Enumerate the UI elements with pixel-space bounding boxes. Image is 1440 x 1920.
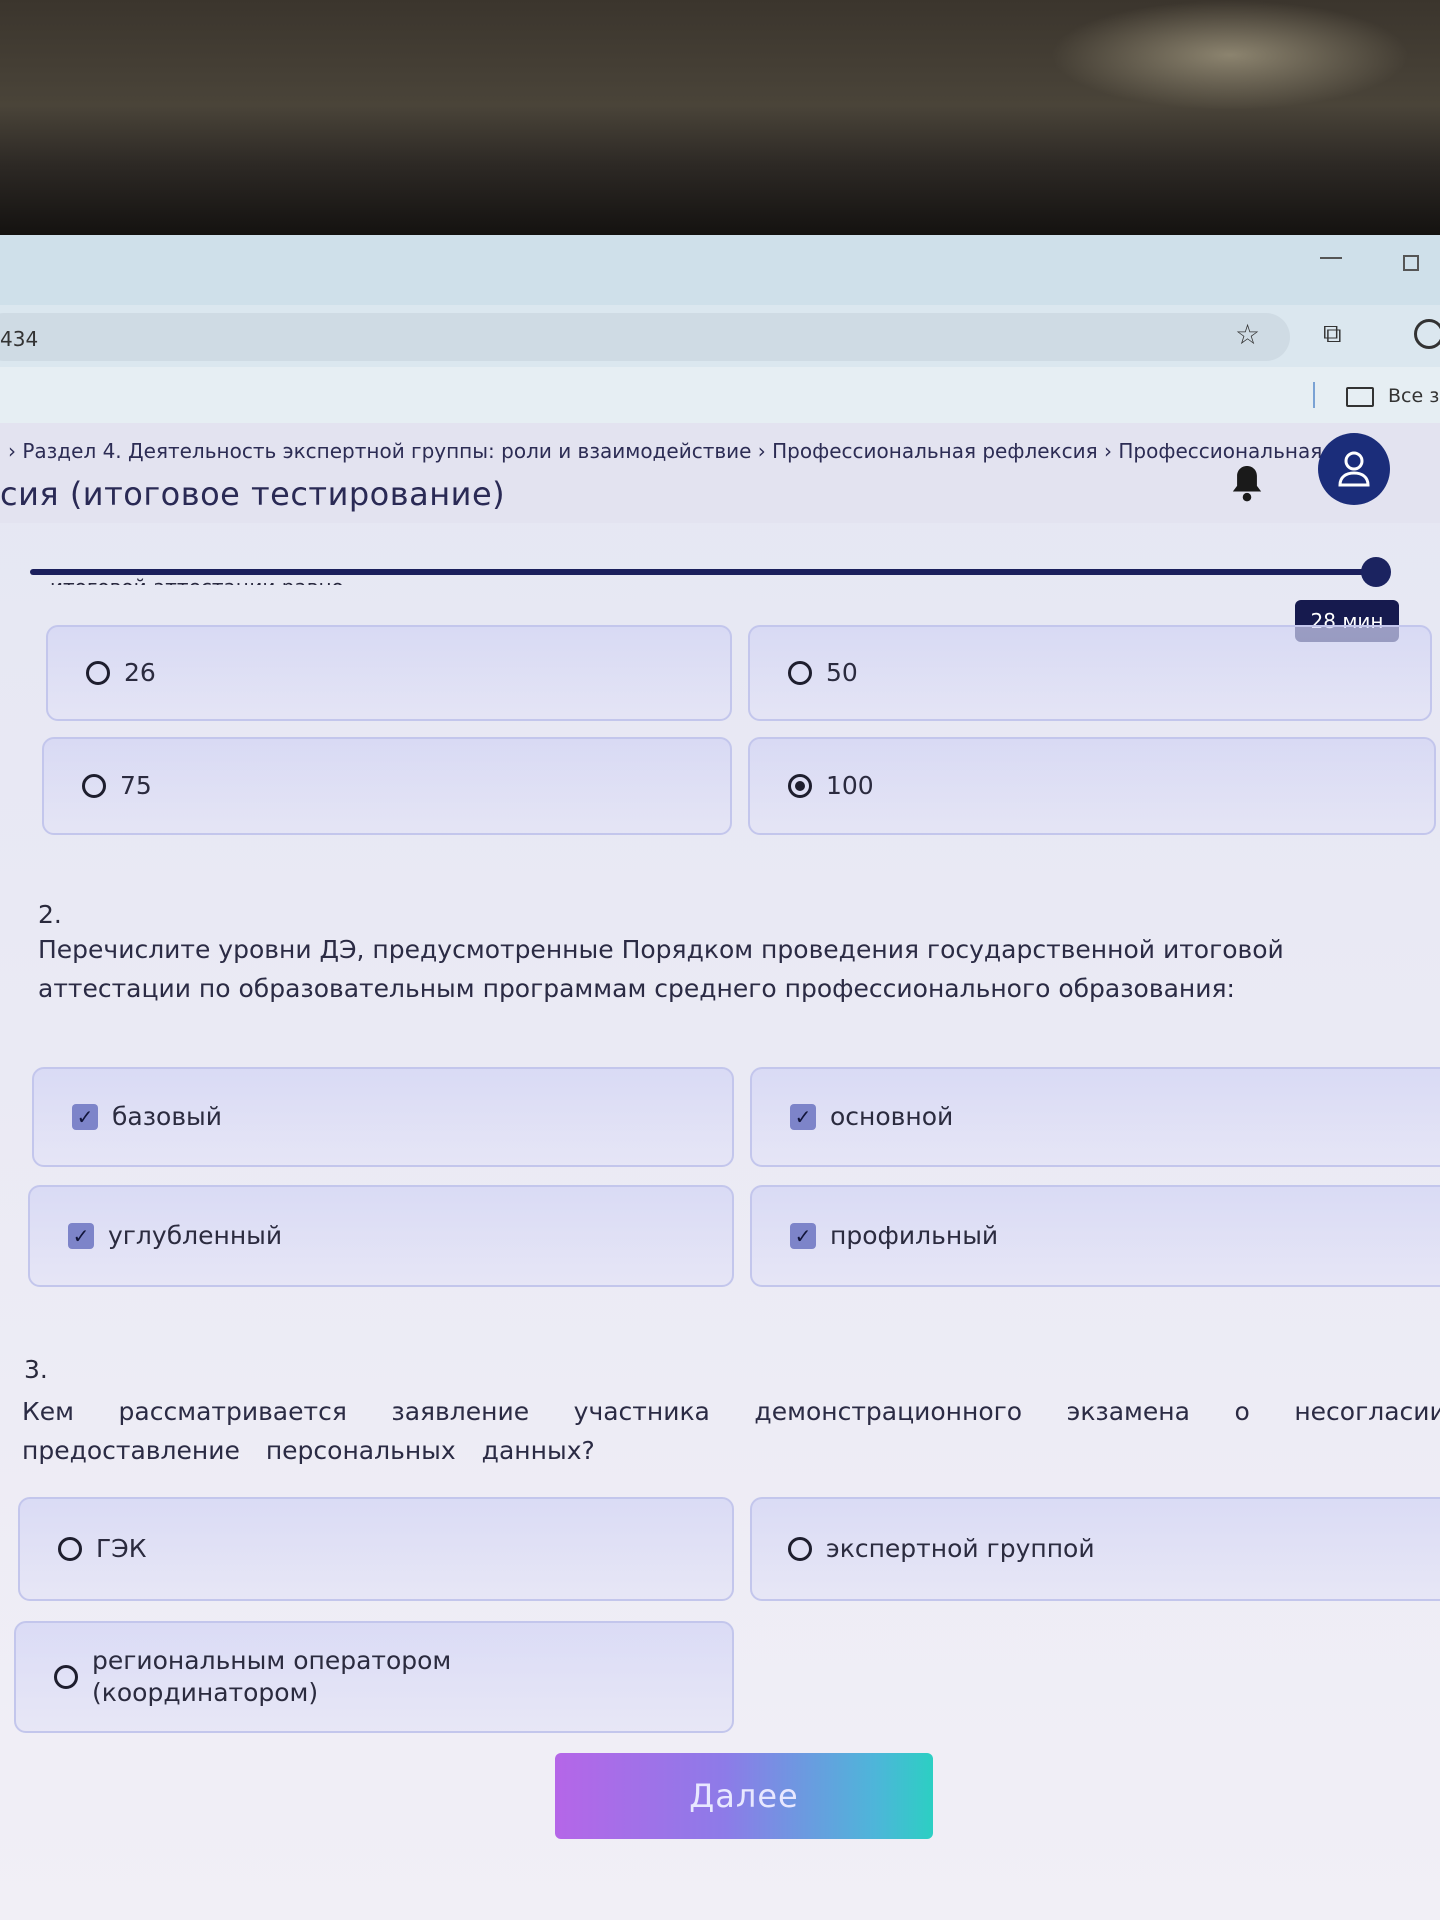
option-label: ГЭК bbox=[96, 1533, 147, 1563]
q3-option-regional-operator[interactable]: региональным оператором (координатором) bbox=[14, 1621, 734, 1733]
checkbox-checked[interactable]: ✓ bbox=[790, 1104, 816, 1130]
page-header: › Раздел 4. Деятельность экспертной груп… bbox=[0, 423, 1440, 523]
restore-icon[interactable] bbox=[1403, 255, 1419, 271]
url-text: 434 bbox=[0, 327, 39, 351]
q2-option-advanced[interactable]: ✓ углубленный bbox=[28, 1185, 734, 1287]
q1-option-26[interactable]: 26 bbox=[46, 625, 732, 721]
bookmark-star-icon[interactable]: ☆ bbox=[1235, 321, 1260, 349]
option-label: основной bbox=[830, 1101, 954, 1131]
q1-option-75[interactable]: 75 bbox=[42, 737, 732, 835]
user-icon bbox=[1338, 451, 1370, 487]
question-2-number: 2. bbox=[38, 900, 62, 929]
q1-option-100[interactable]: 100 bbox=[748, 737, 1436, 835]
time-progress-track bbox=[30, 569, 1375, 575]
extensions-icon[interactable]: ⧉ bbox=[1323, 321, 1342, 347]
option-label: 50 bbox=[826, 657, 858, 687]
checkbox-checked[interactable]: ✓ bbox=[68, 1223, 94, 1249]
browser-profile-icon[interactable] bbox=[1414, 319, 1440, 349]
time-progress-knob bbox=[1361, 557, 1391, 587]
radio-button[interactable] bbox=[788, 661, 812, 685]
option-label: профильный bbox=[830, 1220, 999, 1250]
q2-option-profile[interactable]: ✓ профильный bbox=[750, 1185, 1440, 1287]
q3-option-expert-group[interactable]: экспертной группой bbox=[750, 1497, 1440, 1601]
breadcrumb[interactable]: › Раздел 4. Деятельность экспертной груп… bbox=[8, 439, 1354, 463]
minimize-icon[interactable] bbox=[1320, 257, 1342, 259]
address-bar: 434 ☆ ⧉ bbox=[0, 305, 1440, 367]
radio-button[interactable] bbox=[54, 1665, 78, 1689]
option-label: экспертной группой bbox=[826, 1533, 1095, 1563]
bezel-reflection bbox=[1050, 0, 1410, 110]
next-button[interactable]: Далее bbox=[555, 1753, 933, 1839]
option-label: региональным оператором (координатором) bbox=[92, 1645, 452, 1708]
folder-icon[interactable] bbox=[1346, 387, 1374, 407]
radio-button[interactable] bbox=[58, 1537, 82, 1561]
option-label: базовый bbox=[112, 1101, 223, 1131]
q2-option-main[interactable]: ✓ основной bbox=[750, 1067, 1440, 1167]
bookmarks-bar: Все за bbox=[0, 367, 1440, 423]
all-bookmarks-label[interactable]: Все за bbox=[1388, 385, 1440, 407]
option-label: 75 bbox=[120, 770, 152, 800]
question-3-text: Кем рассматривается заявление участника … bbox=[22, 1397, 1440, 1465]
q2-option-basic[interactable]: ✓ базовый bbox=[32, 1067, 734, 1167]
radio-button-selected[interactable] bbox=[788, 774, 812, 798]
radio-button[interactable] bbox=[82, 774, 106, 798]
question-3-number: 3. bbox=[24, 1355, 48, 1384]
url-field[interactable] bbox=[0, 313, 1290, 361]
checkbox-checked[interactable]: ✓ bbox=[72, 1104, 98, 1130]
radio-button[interactable] bbox=[788, 1537, 812, 1561]
option-label: углубленный bbox=[108, 1220, 283, 1250]
page-title: сия (итоговое тестирование) bbox=[0, 475, 506, 513]
radio-button[interactable] bbox=[86, 661, 110, 685]
bookmarks-separator bbox=[1313, 382, 1315, 408]
bell-icon[interactable] bbox=[1230, 463, 1264, 503]
checkbox-checked[interactable]: ✓ bbox=[790, 1223, 816, 1249]
option-label: 26 bbox=[124, 657, 156, 687]
q3-option-gek[interactable]: ГЭК bbox=[18, 1497, 734, 1601]
user-avatar[interactable] bbox=[1318, 433, 1390, 505]
window-titlebar bbox=[0, 235, 1440, 305]
option-label: 100 bbox=[826, 770, 874, 800]
question-2-text: Перечислите уровни ДЭ, предусмотренные П… bbox=[38, 935, 1284, 1003]
q1-option-50[interactable]: 50 bbox=[748, 625, 1432, 721]
screen: 434 ☆ ⧉ Все за › Раздел 4. Деятельность … bbox=[0, 235, 1440, 1920]
